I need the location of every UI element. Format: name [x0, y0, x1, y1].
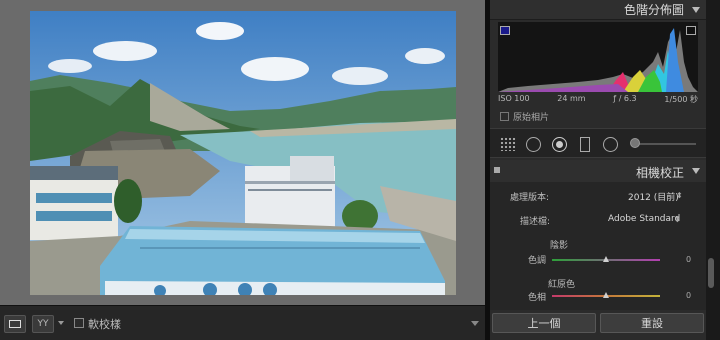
- crop-icon[interactable]: [526, 137, 541, 152]
- red-primary-heading: 紅原色: [548, 280, 576, 290]
- spot-removal-icon[interactable]: [552, 137, 567, 152]
- triangle-down-icon[interactable]: [692, 168, 700, 174]
- triangle-down-icon[interactable]: [692, 7, 700, 13]
- adjustment-brush-slider[interactable]: [632, 143, 696, 145]
- previous-button[interactable]: 上一個: [492, 313, 596, 333]
- original-photo-label: 原始相片: [513, 113, 550, 123]
- red-hue-value[interactable]: 0: [686, 291, 691, 300]
- exif-info: ISO 100 24 mm ƒ / 6.3 1/500 秒: [498, 94, 698, 105]
- softproof-label: 軟校樣: [88, 318, 121, 331]
- histogram-title: 色階分佈圖: [623, 3, 684, 17]
- profile-dropdown-icon[interactable]: ⬍: [674, 215, 681, 224]
- adjustment-brush-icon[interactable]: [630, 138, 640, 148]
- original-photo-checkbox[interactable]: [500, 112, 509, 121]
- exif-aperture: ƒ / 6.3: [613, 94, 637, 103]
- histogram-chart: [498, 22, 698, 92]
- process-label: 處理版本:: [510, 193, 550, 203]
- loupe-view-icon: [9, 320, 21, 328]
- camera-calibration-title: 相機校正: [635, 166, 684, 180]
- compare-dropdown-icon[interactable]: [58, 321, 64, 325]
- panel-scrollbar[interactable]: [706, 0, 720, 340]
- landscape-photo: [30, 11, 456, 295]
- shadows-heading: 陰影: [550, 241, 569, 251]
- toolbar-menu-icon[interactable]: [471, 321, 479, 326]
- process-dropdown-icon[interactable]: ⬍: [676, 191, 683, 200]
- histogram-graph: [498, 28, 698, 92]
- profile-label: 描述檔:: [520, 217, 551, 227]
- shadow-clipping-icon[interactable]: [500, 26, 510, 35]
- shadow-tint-label: 色調: [528, 256, 547, 266]
- panel-scrollbar-thumb[interactable]: [708, 258, 714, 288]
- right-panel: 色階分佈圖 ISO 100 24 mm ƒ / 6.3 1/500 秒 原始相片: [490, 0, 706, 340]
- exif-focal: 24 mm: [557, 94, 586, 103]
- grid-overlay-icon[interactable]: [500, 137, 516, 151]
- reset-button[interactable]: 重設: [600, 313, 704, 333]
- camera-calibration-panel: 相機校正 處理版本: 2012 (目前) ⬍ 描述檔: Adobe Standa…: [490, 160, 706, 310]
- histogram-header[interactable]: 色階分佈圖: [490, 0, 706, 20]
- red-hue-knob[interactable]: [603, 292, 609, 298]
- softproof-checkbox[interactable]: [74, 318, 84, 328]
- camera-calibration-header[interactable]: 相機校正: [490, 160, 706, 182]
- highlight-clipping-icon[interactable]: [686, 26, 696, 35]
- shadow-tint-value[interactable]: 0: [686, 255, 691, 264]
- photo-preview[interactable]: [30, 11, 456, 295]
- graduated-filter-icon[interactable]: [603, 137, 618, 152]
- process-select[interactable]: 2012 (目前): [628, 190, 679, 203]
- exif-shutter: 1/500 秒: [664, 95, 698, 104]
- red-eye-icon[interactable]: [580, 137, 590, 152]
- exif-iso: ISO 100: [498, 94, 530, 103]
- red-hue-label: 色相: [528, 293, 547, 303]
- loupe-view-button[interactable]: [4, 315, 26, 333]
- bottom-toolbar: YY 軟校樣: [0, 305, 485, 340]
- image-viewport[interactable]: [0, 0, 485, 305]
- develop-tool-strip: [490, 128, 706, 158]
- panel-switch-icon[interactable]: [494, 167, 500, 173]
- profile-select[interactable]: Adobe Standard: [608, 214, 680, 224]
- compare-view-button[interactable]: YY: [32, 315, 54, 333]
- shadow-tint-knob[interactable]: [603, 256, 609, 262]
